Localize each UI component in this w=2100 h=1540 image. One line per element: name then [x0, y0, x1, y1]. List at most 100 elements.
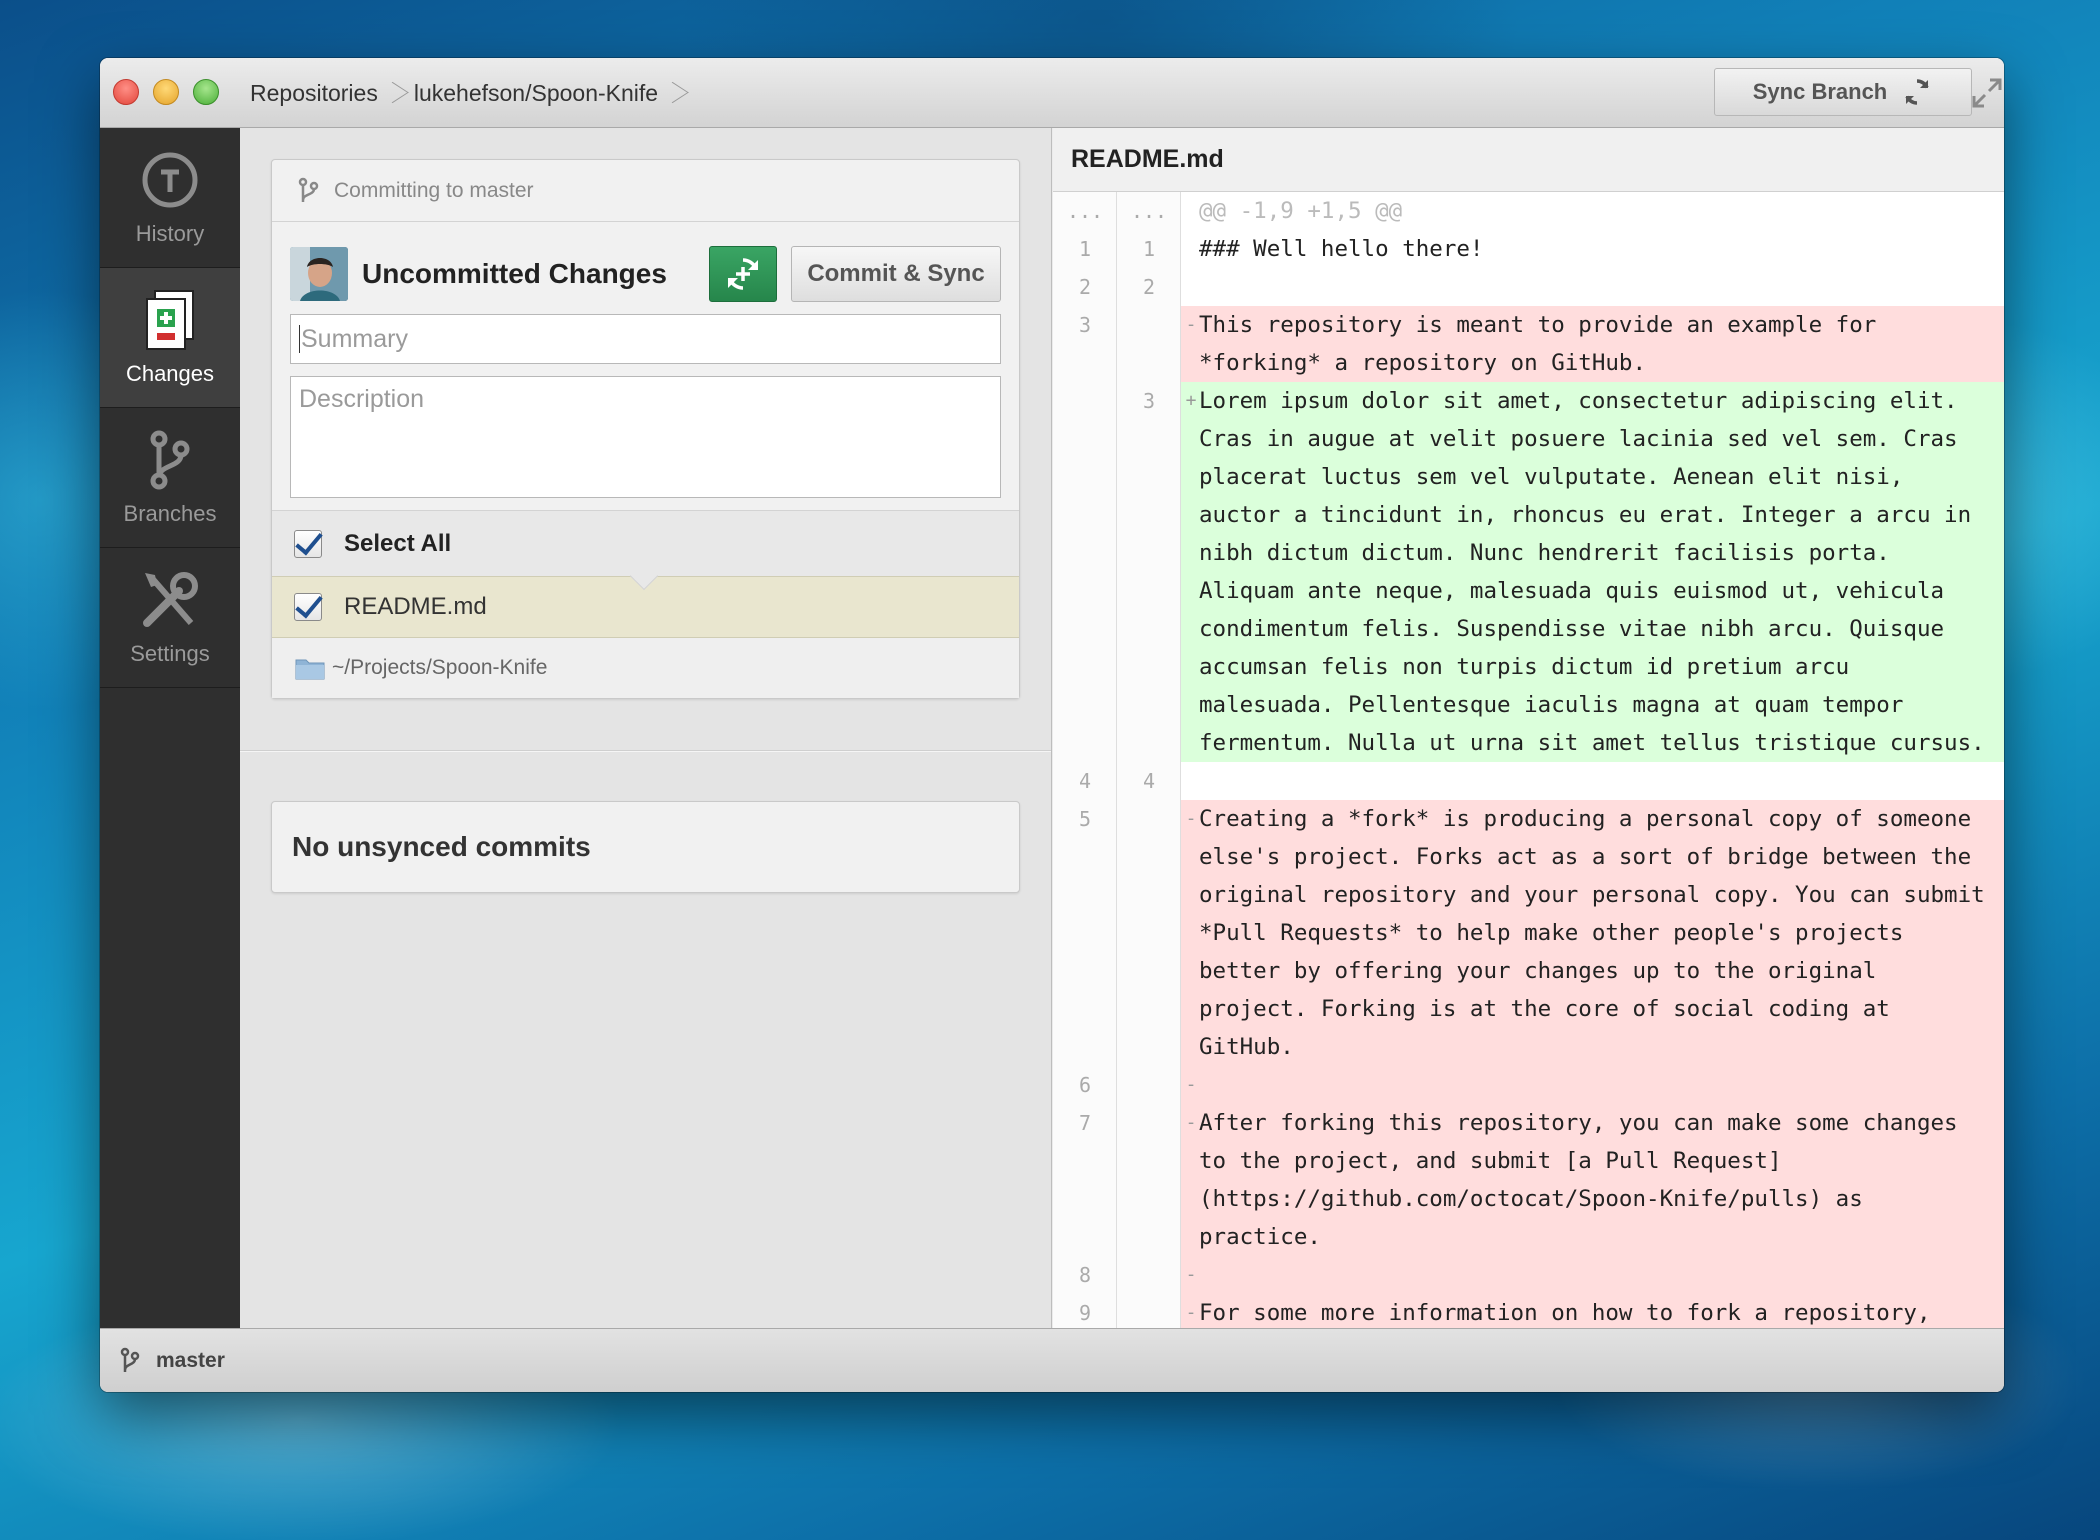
sidebar-item-changes[interactable]: Changes	[100, 268, 240, 408]
branches-icon	[150, 430, 190, 489]
description-input[interactable]: Description	[290, 376, 1001, 498]
summary-placeholder: Summary	[301, 324, 408, 353]
line-text: Creating a *fork* is producing a persona…	[1199, 806, 1999, 1060]
diff-sign	[1183, 192, 1199, 230]
diff-filename: README.md	[1053, 128, 2004, 192]
new-line-number	[1117, 1256, 1181, 1294]
sync-plus-icon	[728, 258, 758, 290]
commit-header: Uncommitted Changes Commit & Sync	[290, 246, 1001, 302]
sidebar-item-history[interactable]: History	[100, 128, 240, 268]
commit-sync-toggle-button[interactable]	[709, 246, 777, 302]
app-window: Repositories lukehefson/Spoon-Knife Sync…	[100, 58, 2004, 1392]
select-all-label: Select All	[344, 529, 452, 557]
diff-sign: -	[1185, 1074, 1197, 1095]
diff-sign: -	[1185, 808, 1197, 829]
folder-icon	[295, 659, 325, 680]
summary-input[interactable]: Summary	[290, 314, 1001, 364]
chevron-right-icon	[667, 76, 683, 110]
avatar	[290, 247, 348, 301]
new-line-number: 1	[1142, 237, 1156, 261]
deleted-line: 7 - After forking this repository, you can…	[1053, 1104, 2004, 1256]
line-text: Lorem ipsum dolor sit amet, consectetur …	[1199, 388, 1985, 756]
line-content: @@ -1,9 +1,5 @@	[1181, 192, 2004, 230]
line-text	[1199, 762, 2004, 800]
commit-card: Committing to master Uncommitted Changes	[271, 159, 1020, 699]
line-text: ### Well hello there!	[1199, 236, 1484, 262]
uncommitted-changes-title: Uncommitted Changes	[362, 258, 667, 289]
title-bar: Repositories lukehefson/Spoon-Knife Sync…	[100, 58, 2004, 128]
old-line-number: 6	[1078, 1073, 1092, 1097]
sync-branch-label: Sync Branch	[1752, 79, 1888, 104]
line-content	[1181, 268, 2004, 306]
line-text: This repository is meant to provide an e…	[1199, 312, 1890, 376]
diff-sign: -	[1185, 1112, 1197, 1133]
repository-path-label: ~/Projects/Spoon-Knife	[332, 656, 548, 679]
line-text	[1199, 1256, 2004, 1294]
sidebar: History Changes Branches Settings	[100, 128, 240, 1328]
old-line-number: 4	[1078, 769, 1092, 793]
diff-panel: README.md ...... @@ -1,9 +1,5 @@ 1 1 ### Wel…	[1053, 128, 2004, 1328]
current-branch[interactable]: master	[156, 1349, 225, 1373]
diff-sign: +	[1185, 390, 1197, 411]
zoom-window-button[interactable]	[193, 79, 219, 105]
changes-icon	[146, 289, 194, 350]
old-line-number: 2	[1078, 275, 1092, 299]
committing-label: Committing to master	[334, 178, 534, 202]
line-content: - Creating a *fork* is producing a person…	[1181, 800, 2004, 1066]
sidebar-item-label: Branches	[123, 500, 217, 526]
sync-icon	[1905, 79, 1929, 105]
diff-lines: ...... @@ -1,9 +1,5 @@ 1 1 ### Well hello th…	[1053, 192, 2004, 1328]
new-line-number: 2	[1142, 275, 1156, 299]
line-text: After forking this repository, you can m…	[1199, 1110, 1972, 1250]
breadcrumb: Repositories lukehefson/Spoon-Knife	[250, 58, 694, 128]
old-line-number: 9	[1078, 1301, 1092, 1325]
new-line-number	[1117, 800, 1181, 1066]
old-line-number	[1053, 382, 1117, 762]
changes-panel: Committing to master Uncommitted Changes	[240, 128, 1052, 1328]
diff-sign	[1183, 230, 1199, 268]
sidebar-item-label: History	[135, 220, 205, 246]
breadcrumb-repo[interactable]: lukehefson/Spoon-Knife	[414, 80, 658, 107]
deleted-line: 8-	[1053, 1256, 2004, 1294]
line-content: ### Well hello there!	[1181, 230, 2004, 268]
old-line-number: 8	[1078, 1263, 1092, 1287]
line-content: -	[1181, 1066, 2004, 1104]
sidebar-item-settings[interactable]: Settings	[100, 548, 240, 688]
line-text	[1199, 268, 2004, 306]
diff-view[interactable]: ...... @@ -1,9 +1,5 @@ 1 1 ### Well hello th…	[1053, 192, 2004, 1328]
commit-and-sync-button[interactable]: Commit & Sync	[791, 246, 1001, 302]
diff-sign: -	[1185, 314, 1197, 335]
diff-sign: -	[1185, 1302, 1197, 1323]
select-all-checkbox[interactable]	[294, 529, 322, 558]
panel-divider	[240, 750, 1051, 751]
sidebar-item-label: Changes	[125, 360, 215, 386]
committing-to-branch: Committing to master	[272, 160, 1019, 222]
line-content: - For some more information on how to for…	[1181, 1294, 2004, 1328]
close-window-button[interactable]	[113, 79, 139, 105]
line-content	[1181, 762, 2004, 800]
file-checkbox[interactable]	[294, 593, 322, 621]
old-line-number: 7	[1078, 1111, 1092, 1135]
line-text: @@ -1,9 +1,5 @@	[1199, 198, 1403, 224]
line-content: - After forking this repository, you can …	[1181, 1104, 2004, 1256]
fullscreen-icon[interactable]	[1970, 76, 2004, 110]
context-line: 22	[1053, 268, 2004, 306]
settings-icon	[143, 571, 198, 627]
repository-path[interactable]: ~/Projects/Spoon-Knife	[272, 638, 1019, 698]
changed-file-name: README.md	[344, 593, 487, 620]
new-line-number	[1117, 1066, 1181, 1104]
new-line-number: 4	[1142, 769, 1156, 793]
hunk-header: ...... @@ -1,9 +1,5 @@	[1053, 192, 2004, 230]
line-content: -	[1181, 1256, 2004, 1294]
branch-icon	[298, 177, 319, 202]
deleted-line: 3 - This repository is meant to provide an…	[1053, 306, 2004, 382]
line-content: - This repository is meant to provide an …	[1181, 306, 2004, 382]
old-line-number: ...	[1066, 199, 1104, 223]
added-line: 3 + Lorem ipsum dolor sit amet, consectetu…	[1053, 382, 2004, 762]
breadcrumb-repositories[interactable]: Repositories	[250, 80, 378, 107]
minimize-window-button[interactable]	[153, 79, 179, 105]
sync-branch-button[interactable]: Sync Branch	[1714, 68, 1972, 116]
context-line: 44	[1053, 762, 2004, 800]
sidebar-item-branches[interactable]: Branches	[100, 408, 240, 548]
diff-sign	[1183, 268, 1199, 306]
